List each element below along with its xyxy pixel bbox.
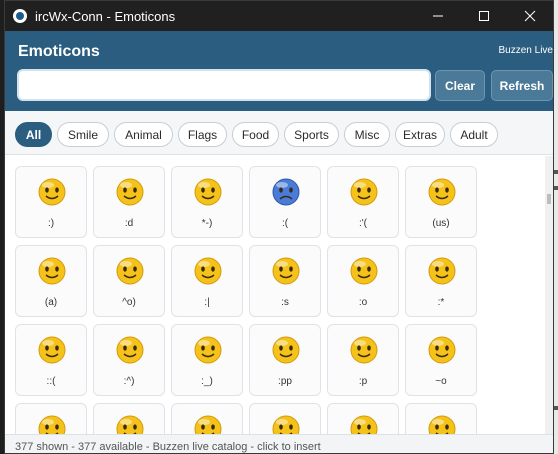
smile-face-icon [350, 415, 378, 434]
emoticon-tile[interactable]: :d [93, 166, 165, 238]
maximize-icon [479, 11, 489, 21]
page-title: Emoticons [18, 43, 100, 60]
emoticon-code: ::( [46, 376, 56, 387]
source-label: Buzzen Live [498, 45, 553, 56]
maximize-button[interactable] [461, 1, 507, 31]
tab-extras[interactable]: Extras [395, 122, 445, 147]
smile-face-icon [38, 415, 66, 434]
emoticon-code: :'( [358, 218, 368, 229]
grin-face-icon [116, 178, 144, 206]
secret-face-icon [428, 257, 456, 285]
emoticon-code: :o [358, 297, 368, 308]
window-title: ircWx-Conn - Emoticons [35, 8, 176, 24]
status-bar: 377 shown - 377 available - Buzzen live … [5, 434, 553, 453]
smile-face-icon [272, 415, 300, 434]
tab-all[interactable]: All [15, 122, 52, 147]
title-bar[interactable]: ircWx-Conn - Emoticons [5, 1, 553, 31]
grimace-face-icon [428, 336, 456, 364]
emoticon-code: :p [358, 376, 368, 387]
scrollbar-thumb[interactable] [547, 194, 551, 204]
emoticon-code: :( [281, 218, 289, 229]
sunglasses-face-icon [116, 415, 144, 434]
emoticon-code: :| [204, 297, 210, 308]
tab-animal[interactable]: Animal [114, 122, 173, 147]
angel-face-icon [38, 257, 66, 285]
neutral-face-icon [194, 257, 222, 285]
emoticon-tile[interactable] [171, 403, 243, 434]
emoticon-code: ~o [435, 376, 447, 387]
close-icon [524, 10, 536, 22]
search-input[interactable] [17, 69, 431, 101]
emoticon-tile[interactable]: (us) [405, 166, 477, 238]
pouting-face-icon [272, 336, 300, 364]
emoticon-tile[interactable] [15, 403, 87, 434]
crying-face-icon [350, 178, 378, 206]
emoticon-code: (a) [44, 297, 58, 308]
smile-face-icon [194, 415, 222, 434]
emoticon-code: :^) [123, 376, 135, 387]
emoticon-code: :* [437, 297, 445, 308]
minimize-icon [433, 15, 443, 17]
emoticon-code: :pp [278, 376, 292, 387]
dont-know-face-icon [116, 336, 144, 364]
confused-face-icon [272, 257, 300, 285]
emoticon-tile[interactable]: (a) [15, 245, 87, 317]
emoticon-tile[interactable]: ~o [405, 324, 477, 396]
app-icon [13, 9, 27, 23]
emoticon-tile[interactable]: :_) [171, 324, 243, 396]
tab-adult[interactable]: Adult [450, 122, 498, 147]
tab-smile[interactable]: Smile [57, 122, 109, 147]
smile-face-icon [428, 415, 456, 434]
tongue-face-icon [350, 336, 378, 364]
emoticon-tile[interactable]: :'( [327, 166, 399, 238]
emoticon-code: :s [281, 297, 289, 308]
grid-scrollbar[interactable] [545, 156, 553, 434]
clear-button[interactable]: Clear [435, 70, 485, 101]
window-controls [415, 1, 553, 31]
turned-away-face-icon [38, 336, 66, 364]
emoticon-tile[interactable]: :* [405, 245, 477, 317]
category-tabs: All Smile Animal Flags Food Sports Misc … [5, 111, 553, 155]
cap-face-icon [194, 336, 222, 364]
emoticon-tile[interactable]: :^) [93, 324, 165, 396]
emoticon-tile[interactable]: ::( [15, 324, 87, 396]
emoticon-tile[interactable]: :| [171, 245, 243, 317]
sarcastic-face-icon [116, 257, 144, 285]
emoticon-code: :_) [201, 376, 213, 387]
us-face-icon [428, 178, 456, 206]
close-button[interactable] [507, 1, 553, 31]
emoticon-tile[interactable]: *-) [171, 166, 243, 238]
tab-flags[interactable]: Flags [178, 122, 227, 147]
emoticon-tile[interactable] [93, 403, 165, 434]
smile-face-icon [38, 178, 66, 206]
emoticon-tile[interactable]: :) [15, 166, 87, 238]
emoticon-code: *-) [201, 218, 213, 229]
emoticon-tile[interactable] [327, 403, 399, 434]
emoticon-tile[interactable]: :s [249, 245, 321, 317]
emoticon-tile[interactable]: :p [327, 324, 399, 396]
emoticon-code: :d [124, 218, 134, 229]
emoticons-header: Emoticons Buzzen Live Clear Refresh [5, 31, 553, 111]
emoticon-tile[interactable]: :( [249, 166, 321, 238]
emoticons-window: ircWx-Conn - Emoticons Emoticons Buzzen … [4, 0, 554, 454]
minimize-button[interactable] [415, 1, 461, 31]
emoticon-tile[interactable]: :pp [249, 324, 321, 396]
emoticon-tile[interactable]: :o [327, 245, 399, 317]
emoticon-tile[interactable] [405, 403, 477, 434]
sad-blue-face-icon [272, 178, 300, 206]
tab-sports[interactable]: Sports [284, 122, 339, 147]
refresh-button[interactable]: Refresh [491, 70, 553, 101]
emoticon-tile[interactable] [249, 403, 321, 434]
emoticon-grid: :) :d *-) :( :'( (us)(a) ^o) :| :s :o :*::( :^) :_):… [5, 156, 545, 434]
thinking-face-icon [194, 178, 222, 206]
tab-food[interactable]: Food [232, 122, 279, 147]
surprised-face-icon [350, 257, 378, 285]
tab-misc[interactable]: Misc [344, 122, 390, 147]
emoticon-code: :) [47, 218, 55, 229]
emoticon-code: ^o) [122, 297, 136, 308]
emoticon-tile[interactable]: ^o) [93, 245, 165, 317]
emoticon-code: (us) [432, 218, 450, 229]
